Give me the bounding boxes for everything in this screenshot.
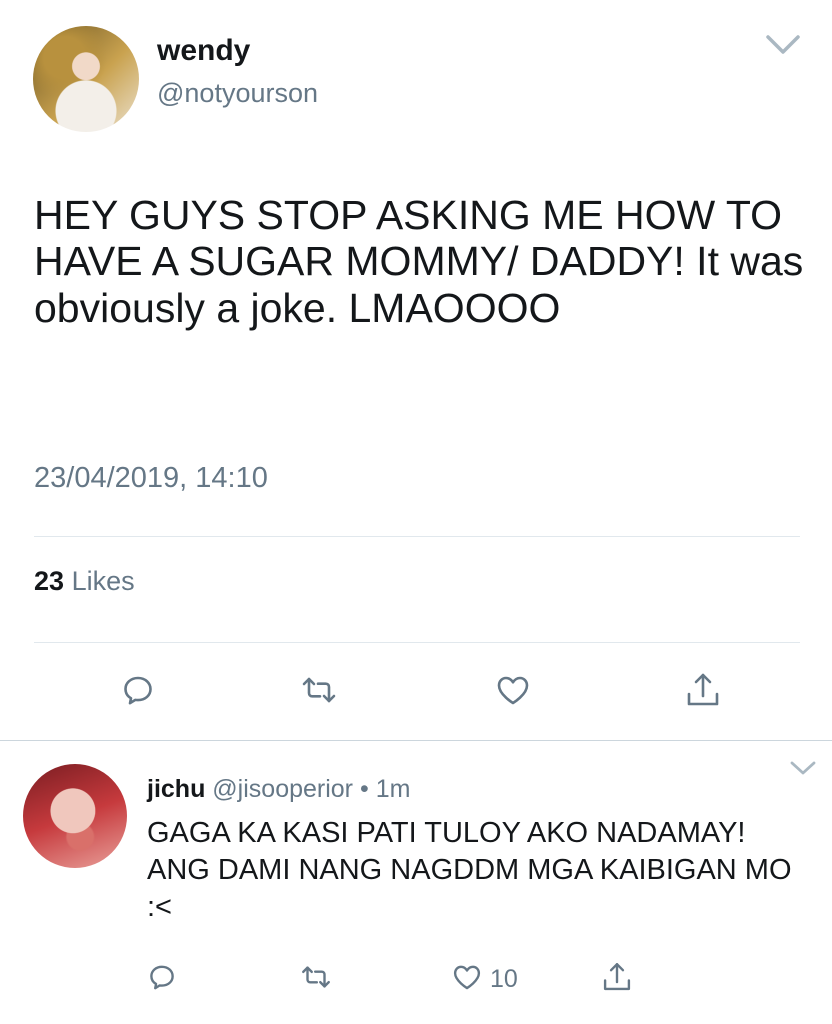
reply-icon[interactable] (118, 670, 158, 710)
reply-header: jichu @jisooperior • 1m (147, 775, 410, 804)
divider (34, 536, 800, 537)
share-icon[interactable] (683, 670, 723, 710)
retweet-icon[interactable] (299, 670, 339, 710)
reply-time[interactable]: 1m (376, 775, 411, 803)
separator-dot: • (359, 775, 369, 803)
retweet-icon[interactable] (299, 960, 333, 994)
author-avatar[interactable] (33, 26, 139, 132)
author-name[interactable]: wendy (157, 34, 250, 68)
share-icon[interactable] (600, 960, 634, 994)
reply-like-count: 10 (490, 965, 518, 993)
like-icon[interactable] (493, 670, 533, 710)
reply-author-name[interactable]: jichu (147, 775, 205, 803)
section-divider (0, 740, 832, 741)
likes-label: Likes (71, 566, 135, 596)
reply-text: GAGA KA KASI PATI TULOY AKO NADAMAY! ANG… (147, 817, 792, 923)
reply-icon[interactable] (145, 960, 179, 994)
divider (34, 642, 800, 643)
likes-summary[interactable]: 23 Likes (34, 566, 135, 597)
author-handle[interactable]: @notyourson (157, 78, 318, 109)
tweet-text: HEY GUYS STOP ASKING ME HOW TO HAVE A SU… (34, 192, 804, 331)
tweet-timestamp[interactable]: 23/04/2019, 14:10 (34, 462, 268, 495)
reply-author-avatar[interactable] (23, 764, 127, 868)
chevron-down-icon[interactable] (790, 760, 816, 776)
reply-author-handle[interactable]: @jisooperior (212, 775, 353, 803)
chevron-down-icon[interactable] (765, 33, 801, 57)
like-icon[interactable] (450, 960, 484, 994)
likes-count: 23 (34, 566, 65, 596)
